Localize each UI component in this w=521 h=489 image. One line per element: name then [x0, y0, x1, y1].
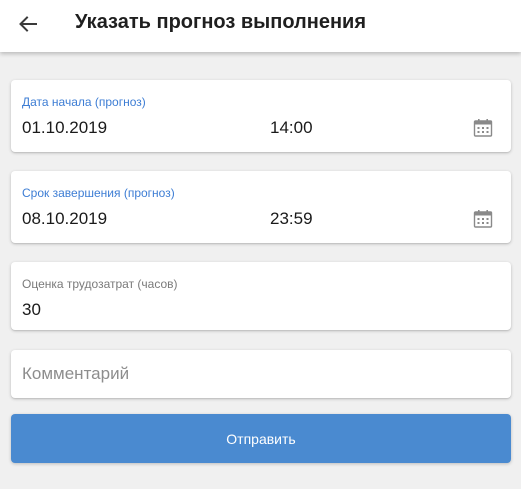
effort-field[interactable]: Оценка трудозатрат (часов) 30	[11, 262, 511, 330]
comment-field[interactable]	[11, 350, 511, 398]
submit-button[interactable]: Отправить	[11, 414, 511, 463]
calendar-icon[interactable]	[473, 118, 493, 138]
start-date-field[interactable]: Дата начала (прогноз) 01.10.2019 14:00	[11, 80, 511, 152]
effort-value[interactable]: 30	[22, 300, 41, 320]
arrow-left-icon	[19, 16, 37, 32]
end-time-value[interactable]: 23:59	[270, 209, 313, 229]
end-date-value[interactable]: 08.10.2019	[22, 209, 107, 229]
start-date-label: Дата начала (прогноз)	[22, 95, 146, 109]
start-time-value[interactable]: 14:00	[270, 118, 313, 138]
end-date-label: Срок завершения (прогноз)	[22, 186, 175, 200]
back-button[interactable]	[8, 4, 48, 44]
app-bar: Указать прогноз выполнения	[0, 0, 521, 52]
start-date-value[interactable]: 01.10.2019	[22, 118, 107, 138]
calendar-icon[interactable]	[473, 209, 493, 229]
end-date-field[interactable]: Срок завершения (прогноз) 08.10.2019 23:…	[11, 171, 511, 243]
effort-label: Оценка трудозатрат (часов)	[22, 277, 178, 291]
page-title: Указать прогноз выполнения	[75, 11, 367, 33]
comment-input[interactable]	[11, 350, 511, 398]
